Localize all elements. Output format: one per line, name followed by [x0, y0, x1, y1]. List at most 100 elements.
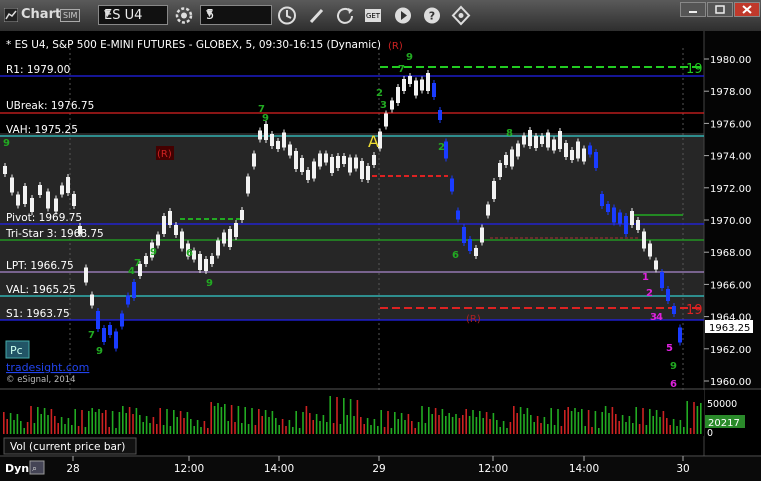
- chart-app-icon: [4, 8, 18, 22]
- volume-bar: [213, 406, 216, 434]
- volume-bar: [217, 403, 219, 434]
- volume-bar: [88, 411, 90, 434]
- tradesight-watermark[interactable]: tradesight.com: [6, 361, 89, 374]
- price-bar: [342, 156, 346, 164]
- volume-bar: [485, 412, 488, 434]
- price-bar: [246, 176, 250, 194]
- clock-icon[interactable]: [276, 5, 298, 26]
- interval-combobox[interactable]: 5 ▼: [200, 5, 272, 25]
- volume-bar: [298, 428, 301, 434]
- maximize-icon[interactable]: [707, 2, 733, 17]
- price-bar: [294, 151, 298, 169]
- volume-bar: [598, 428, 600, 434]
- volume-bar: [77, 426, 80, 434]
- get-icon[interactable]: GET: [362, 5, 384, 26]
- volume-bar: [336, 397, 338, 434]
- pencil-icon[interactable]: [306, 5, 328, 26]
- volume-bar: [50, 409, 53, 434]
- price-bar: [498, 163, 502, 177]
- count-marker: 6: [186, 248, 193, 259]
- count-marker: 2: [438, 142, 445, 153]
- price-bar: [564, 143, 568, 157]
- volume-bar: [315, 414, 318, 434]
- volume-bar: [557, 409, 559, 434]
- count-marker: 4: [656, 312, 663, 323]
- price-bar: [504, 155, 508, 165]
- count-marker: 9: [262, 113, 269, 124]
- volume-bar: [135, 408, 138, 434]
- volume-bar: [659, 417, 661, 434]
- volume-bar: [625, 422, 627, 434]
- volume-bar: [458, 418, 461, 434]
- volume-bar: [230, 405, 233, 434]
- volume-bar: [689, 428, 692, 434]
- svg-text:?: ?: [429, 10, 435, 23]
- count-marker: 2: [646, 288, 653, 299]
- count-marker: 6: [670, 379, 677, 390]
- volume-bar: [570, 411, 573, 434]
- volume-bar: [305, 406, 308, 434]
- count-marker: 8: [506, 128, 513, 139]
- volume-bar: [26, 422, 29, 434]
- volume-bar: [533, 422, 535, 434]
- volume-bar: [319, 421, 321, 434]
- volume-bar: [451, 417, 454, 434]
- volume-bar: [105, 410, 107, 434]
- price-bar: [582, 148, 586, 162]
- volume-bar: [635, 407, 637, 434]
- price-bar: [144, 256, 148, 264]
- price-bar: [102, 328, 106, 342]
- settings-gear-icon[interactable]: [173, 5, 195, 26]
- help-icon[interactable]: ?: [421, 5, 443, 26]
- volume-bar: [373, 419, 376, 434]
- price-bar: [558, 131, 562, 149]
- price-bar: [612, 207, 616, 223]
- volume-bar: [244, 407, 246, 434]
- volume-bar: [421, 406, 423, 434]
- count-marker: 9: [406, 52, 413, 63]
- volume-bar: [553, 425, 556, 434]
- close-icon[interactable]: [734, 2, 760, 17]
- volume-bar: [84, 427, 87, 434]
- price-bar: [198, 254, 202, 270]
- price-bar: [492, 181, 496, 199]
- price-chart[interactable]: * ES U4, S&P 500 E-MINI FUTURES - GLOBEX…: [0, 31, 761, 481]
- volume-bar: [468, 416, 471, 434]
- price-bar: [30, 198, 34, 212]
- price-bar: [360, 161, 364, 179]
- volume-bar: [329, 396, 331, 434]
- volume-bar: [693, 402, 695, 434]
- volume-bar: [179, 411, 182, 434]
- price-bar: [630, 211, 634, 225]
- price-bar: [210, 256, 214, 264]
- svg-text:GET: GET: [366, 12, 381, 20]
- price-bar: [66, 177, 70, 193]
- volume-bar: [128, 407, 131, 434]
- count-marker: 9: [96, 346, 103, 357]
- volume-bar: [101, 413, 104, 434]
- volume-bar: [536, 416, 539, 434]
- count-marker: 3: [380, 100, 387, 111]
- volume-bar: [295, 411, 297, 434]
- symbol-combobox[interactable]: ES U4 ▼: [98, 5, 168, 25]
- chevron-down-icon: ▼: [206, 9, 213, 19]
- price-bar: [594, 152, 598, 168]
- level-label-lpt: LPT: 1966.75: [6, 260, 74, 272]
- volume-bar: [241, 423, 243, 434]
- volume-bar: [326, 422, 328, 434]
- price-bar: [330, 157, 334, 173]
- price-bar: [654, 260, 658, 270]
- volume-bar: [496, 420, 498, 434]
- copyright-text: © eSignal, 2014: [6, 375, 76, 385]
- volume-bar: [380, 410, 382, 434]
- volume-bar: [506, 428, 508, 434]
- play-icon[interactable]: [392, 5, 414, 26]
- move-icon[interactable]: [450, 5, 472, 26]
- time-tick-label: 12:00: [478, 463, 508, 475]
- count-marker: 7: [88, 330, 95, 341]
- price-bar: [300, 158, 304, 172]
- volume-bar: [285, 426, 287, 434]
- price-bar: [10, 177, 14, 193]
- minimize-icon[interactable]: [680, 2, 706, 17]
- refresh-icon[interactable]: [334, 5, 356, 26]
